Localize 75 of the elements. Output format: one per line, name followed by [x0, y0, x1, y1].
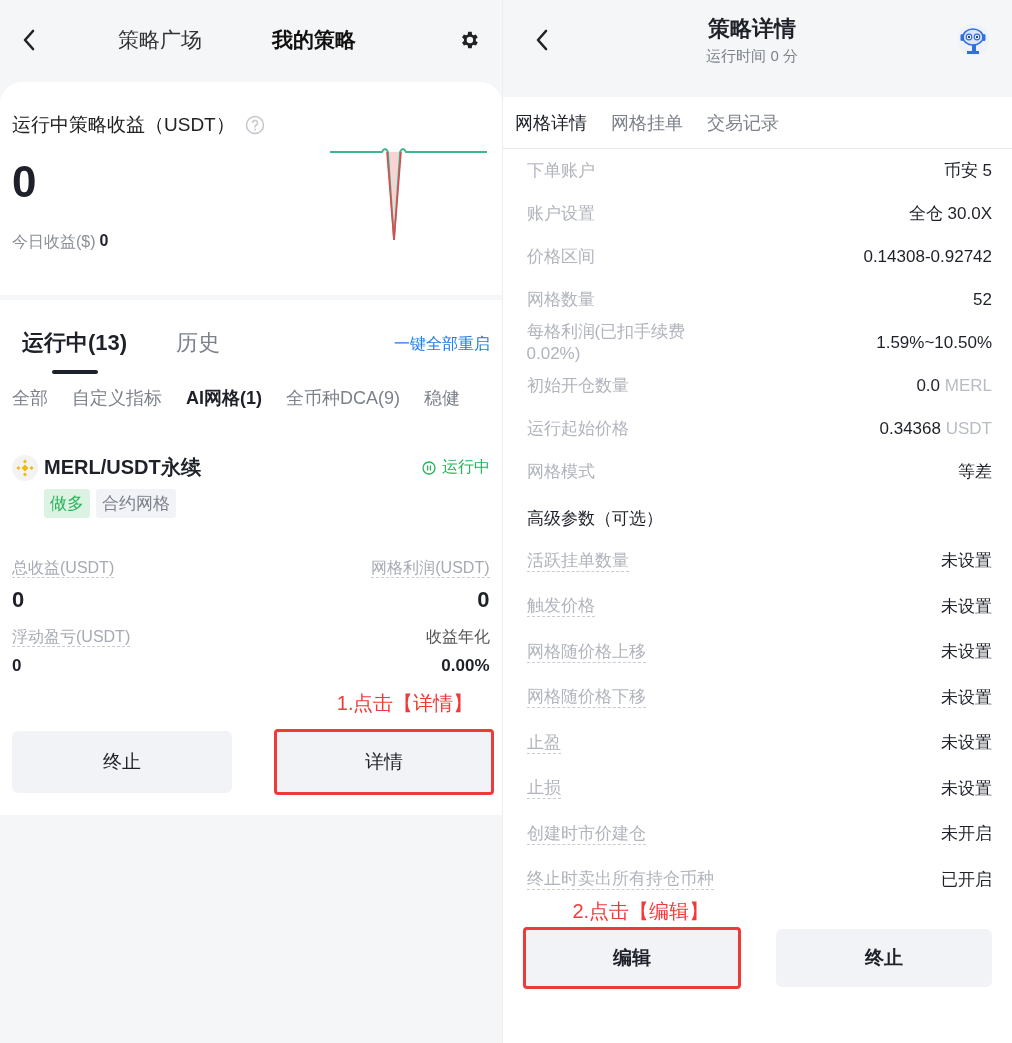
action-button[interactable]: 终止 — [776, 929, 992, 987]
action-button[interactable]: 终止 — [12, 731, 232, 793]
stat-label[interactable]: 网格利润(USDT) — [371, 559, 490, 578]
detail-label: 每格利润(已扣手续费 0.02%) — [526, 321, 687, 364]
stat-value: 0.00% — [441, 656, 490, 676]
today-label: 今日收益($) — [12, 232, 96, 252]
detail-value: 未设置 — [941, 732, 992, 755]
annotation: 1.点击【详情】 — [336, 691, 474, 716]
tab[interactable]: 网格挂单 — [610, 111, 683, 148]
coin-icon — [12, 454, 38, 481]
tab[interactable]: 历史 — [165, 328, 232, 374]
detail-value: 1.59%~10.50% — [876, 332, 992, 353]
tab[interactable]: 网格详情 — [514, 111, 587, 148]
filter-tab[interactable]: 全部 — [12, 386, 48, 410]
back-icon[interactable] — [534, 28, 549, 52]
detail-label: 价格区间 — [526, 245, 595, 268]
runtime-label: 运行时间 0 分 — [706, 47, 799, 66]
filter-tab[interactable]: 全币种DCA(9) — [286, 386, 400, 410]
filter-tab[interactable]: 自定义指标 — [72, 386, 162, 410]
detail-label: 网格模式 — [526, 460, 595, 483]
detail-label: 下单账户 — [526, 159, 595, 182]
header-tab[interactable]: 策略广场 — [118, 26, 202, 54]
action-button[interactable]: 编辑 — [524, 929, 739, 987]
tab[interactable]: 交易记录 — [706, 111, 779, 148]
detail-value: 等差 — [958, 461, 992, 483]
detail-value: 未开启 — [941, 823, 992, 846]
detail-value: 0.34368 USDT — [879, 418, 992, 439]
detail-label[interactable]: 网格随价格下移 — [526, 686, 646, 709]
detail-value: 未设置 — [941, 686, 992, 709]
detail-value: 52 — [973, 289, 992, 310]
strategy-tag: 合约网格 — [96, 489, 176, 518]
action-button[interactable]: 详情 — [275, 731, 492, 793]
detail-label[interactable]: 止损 — [526, 777, 561, 800]
detail-label: 网格数量 — [526, 288, 595, 311]
detail-value: 币安 5 — [943, 160, 992, 182]
detail-value: 0.14308-0.92742 — [863, 246, 992, 267]
header-tab[interactable]: 我的策略 — [272, 26, 356, 54]
stat-label[interactable]: 浮动盈亏(USDT) — [12, 628, 131, 647]
detail-label[interactable]: 触发价格 — [526, 595, 595, 618]
section-title: 高级参数（可选） — [526, 508, 664, 530]
detail-value: 全仓 30.0X — [908, 203, 992, 225]
restart-all-link[interactable]: 一键全部重启 — [393, 334, 490, 355]
stat-value: 0 — [12, 656, 23, 676]
detail-value: 已开启 — [941, 868, 992, 891]
stat-value: 0 — [12, 587, 26, 613]
detail-label[interactable]: 网格随价格上移 — [526, 640, 646, 663]
filter-tab[interactable]: 稳健 — [424, 386, 460, 410]
trading-pair: MERL/USDT永续 — [44, 455, 201, 480]
total-profit: 0 — [12, 160, 38, 204]
strategy-tag: 做多 — [44, 489, 90, 518]
summary-title: 运行中策略收益（USDT） — [12, 113, 235, 137]
today-value: 0 — [99, 232, 109, 251]
detail-value: 0.0 MERL — [916, 375, 992, 396]
detail-label: 运行起始价格 — [526, 417, 629, 440]
detail-label[interactable]: 创建时市价建仓 — [526, 822, 646, 845]
robot-icon[interactable] — [956, 23, 990, 57]
detail-value: 未设置 — [941, 595, 992, 618]
detail-label: 初始开仓数量 — [526, 374, 629, 397]
detail-label[interactable]: 终止时卖出所有持仓币种 — [526, 868, 714, 891]
back-icon[interactable] — [22, 28, 36, 52]
pause-icon — [421, 460, 436, 475]
detail-value: 未设置 — [941, 550, 992, 573]
detail-value: 未设置 — [941, 777, 992, 800]
detail-label[interactable]: 活跃挂单数量 — [526, 549, 629, 572]
filter-tab[interactable]: AI网格(1) — [186, 386, 262, 410]
annotation: 2.点击【编辑】 — [572, 899, 711, 924]
tab[interactable]: 运行中(13) — [12, 328, 138, 374]
detail-value: 未设置 — [941, 641, 992, 664]
detail-label[interactable]: 止盈 — [526, 731, 561, 754]
stat-value: 0 — [477, 587, 490, 613]
page-title: 策略详情 — [708, 15, 797, 43]
stat-label[interactable]: 总收益(USDT) — [12, 559, 115, 578]
stat-label: 收益年化 — [425, 628, 490, 645]
status-label: 运行中 — [441, 457, 490, 477]
detail-label: 账户设置 — [526, 202, 595, 225]
